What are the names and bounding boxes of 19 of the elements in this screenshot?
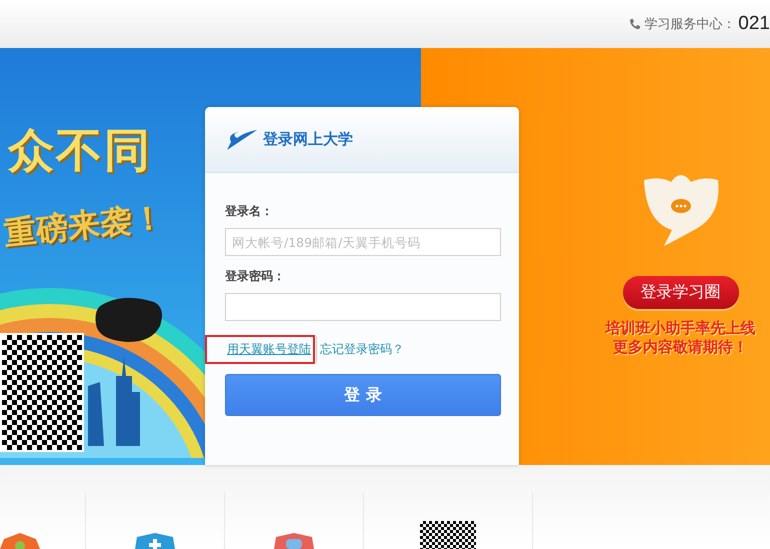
promo-text: 培训班小助手率先上线 <box>606 319 756 338</box>
login-button[interactable]: 登 录 <box>225 374 501 416</box>
username-label: 登录名： <box>225 203 274 220</box>
password-field[interactable] <box>225 293 501 321</box>
hotline-label: 学习服务中心： <box>644 16 736 33</box>
banner-subline: 重磅来袭！ <box>2 196 166 254</box>
username-field[interactable]: 网大帐号/189邮箱/天翼手机号码 <box>225 228 501 256</box>
login-title: 登录网上大学 <box>263 130 353 149</box>
qr-code <box>420 521 476 549</box>
login-study-circle-button[interactable]: 登录学习圈 <box>622 276 738 309</box>
login-link[interactable]: 忘记登录密码？ <box>316 335 408 364</box>
banner-headline: 众不同 <box>6 122 153 179</box>
phone-icon <box>629 18 642 30</box>
swoosh-logo-icon <box>225 128 259 152</box>
hotline-number: 021 <box>738 13 770 35</box>
promo-text: 更多内容敬请期待！ <box>612 338 749 357</box>
login-link[interactable]: 用天翼账号登陆 <box>205 335 315 364</box>
password-label: 登录密码： <box>225 268 286 285</box>
shield-plus-icon <box>135 533 175 549</box>
